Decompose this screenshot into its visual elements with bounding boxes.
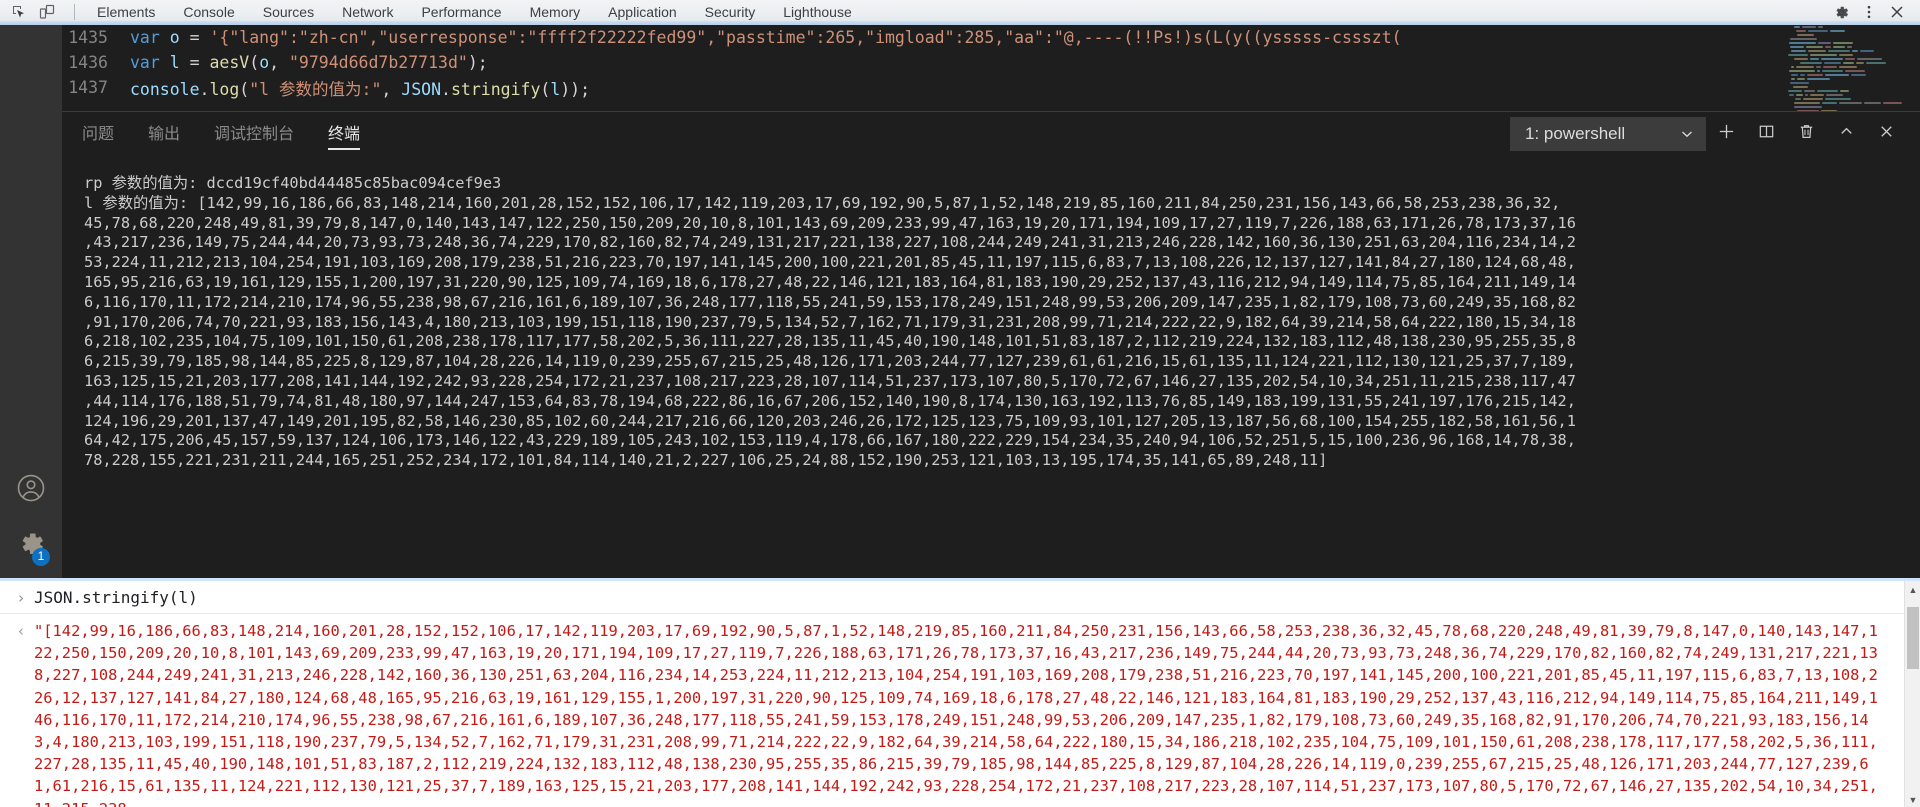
minimap-row (1788, 90, 1904, 93)
device-toolbar-icon[interactable] (38, 3, 56, 21)
maximize-panel-button[interactable] (1826, 117, 1866, 151)
code-line[interactable]: 1436 var l = aesV(o, "9794d66d7b27713d"); (62, 50, 1920, 75)
panel-tab-problems[interactable]: 问题 (82, 112, 114, 156)
more-vertical-icon[interactable] (1856, 1, 1882, 23)
devtools-left-icons (0, 3, 83, 21)
code-line[interactable]: 1437 console.log("l 参数的值为:", JSON.stringi… (62, 75, 1920, 100)
activity-bar: 1 (0, 25, 62, 580)
terminal-selector-value: 1: powershell (1525, 124, 1626, 143)
vscode-window: 1 1435 var o = '{"lang":"zh-cn","userresp… (0, 25, 1920, 580)
minimap-row (1796, 30, 1904, 33)
console-input-row[interactable]: › JSON.stringify(l) (0, 581, 1920, 611)
terminal-line: rp 参数的值为: dccd19cf40bd44485c85bac094cef9… (84, 174, 502, 192)
devtools-bottom-accent (0, 21, 1920, 25)
console-result-value: "[142,99,16,186,66,83,148,214,160,201,28… (34, 622, 1878, 807)
code-text: console.log("l 参数的值为:", JSON.stringify(l… (130, 79, 591, 99)
inspect-element-icon[interactable] (10, 3, 28, 21)
minimap-row (1789, 70, 1904, 73)
toolbar-divider (74, 4, 75, 20)
line-number: 1436 (68, 53, 108, 72)
minimap-row (1789, 94, 1904, 97)
code-text: var l = aesV(o, "9794d66d7b27713d"); (130, 53, 488, 72)
minimap-content (1784, 26, 1904, 111)
terminal-line: 163,125,15,21,203,177,208,141,144,192,24… (84, 371, 1576, 390)
console-input-expression: JSON.stringify(l) (34, 588, 198, 607)
new-terminal-button[interactable] (1706, 117, 1746, 151)
split-terminal-button[interactable] (1746, 117, 1786, 151)
minimap-row (1794, 58, 1904, 61)
settings-badge: 1 (32, 548, 50, 566)
chevron-down-icon (1679, 126, 1695, 142)
panel-tab-terminal[interactable]: 终端 (328, 112, 361, 156)
panel-tab-debug-console[interactable]: 调试控制台 (214, 112, 294, 156)
minimap-row (1789, 42, 1904, 45)
gear-icon[interactable] (1828, 1, 1854, 23)
minimap-row (1794, 102, 1904, 105)
panel-header: 问题 输出 调试控制台 终端 1: powershell (62, 112, 1920, 156)
trash-icon (1797, 122, 1816, 146)
code-text: var o = '{"lang":"zh-cn","userresponse":… (130, 28, 1402, 47)
terminal-line: 6,218,102,235,104,75,109,101,150,61,208,… (84, 332, 1576, 351)
minimap-row (1791, 66, 1904, 69)
minimap-row (1791, 50, 1904, 53)
devtools-console-drawer: › JSON.stringify(l) ‹ "[142,99,16,186,66… (0, 580, 1920, 807)
scrollbar-thumb[interactable] (1907, 607, 1919, 669)
terminal-output[interactable]: rp 参数的值为: dccd19cf40bd44485c85bac094cef9… (62, 156, 1920, 580)
terminal-line: 6,116,170,11,172,214,210,174,96,55,238,9… (84, 292, 1576, 311)
panel-actions: 1: powershell (1510, 117, 1920, 151)
close-icon[interactable] (1884, 1, 1910, 23)
panel-tab-output[interactable]: 输出 (148, 112, 180, 156)
line-number: 1435 (68, 28, 108, 47)
terminal-selector[interactable]: 1: powershell (1510, 117, 1706, 151)
return-arrow-icon: ‹ (16, 622, 26, 640)
terminal-line: 165,95,216,63,19,161,129,155,1,200,197,3… (84, 272, 1576, 291)
minimap-row (1790, 82, 1904, 85)
code-line[interactable]: 1435 var o = '{"lang":"zh-cn","userrespon… (62, 25, 1920, 50)
plus-icon (1717, 122, 1736, 146)
bottom-panel: 问题 输出 调试控制台 终端 1: powershell rp 参数的值为: d… (62, 111, 1920, 580)
code-editor: 1435 var o = '{"lang":"zh-cn","userrespon… (62, 25, 1920, 111)
terminal-line: ,91,170,206,74,70,221,93,183,156,143,4,1… (84, 312, 1576, 331)
minimap-row (1794, 26, 1904, 29)
split-panel-icon (1757, 122, 1776, 146)
devtools-right-icons (1828, 1, 1920, 23)
minimap-row (1795, 98, 1904, 101)
terminal-line: 124,196,29,201,137,47,149,201,195,82,58,… (84, 411, 1576, 430)
chevron-up-icon (1837, 122, 1856, 146)
minimap-row (1800, 62, 1904, 65)
console-scrollbar[interactable]: ▲ ▼ (1904, 581, 1920, 807)
console-result-row: ‹ "[142,99,16,186,66,83,148,214,160,201,… (0, 614, 1920, 807)
minimap-row (1788, 54, 1904, 57)
terminal-line: 6,215,39,79,185,98,144,85,225,8,129,87,1… (84, 352, 1576, 371)
line-number: 1437 (68, 78, 108, 97)
scrollbar-up-arrow[interactable]: ▲ (1905, 581, 1920, 598)
account-icon[interactable] (0, 460, 62, 516)
chevron-right-icon: › (16, 589, 26, 607)
minimap-row (1797, 34, 1904, 37)
console-focus-border (0, 578, 1920, 581)
kill-terminal-button[interactable] (1786, 117, 1826, 151)
code-lines: 1435 var o = '{"lang":"zh-cn","userrespon… (62, 25, 1920, 100)
minimap-row (1794, 106, 1904, 109)
close-icon (1877, 122, 1896, 146)
minimap-row (1791, 74, 1904, 77)
terminal-line: 64,42,175,206,45,157,59,137,124,106,173,… (84, 431, 1576, 450)
sidebar-item-settings[interactable]: 1 (0, 516, 62, 572)
minimap-row (1790, 38, 1904, 41)
scrollbar-down-arrow[interactable]: ▼ (1905, 791, 1920, 807)
minimap-row (1793, 86, 1904, 89)
terminal-line: l 参数的值为: [142,99,16,186,66,83,148,214,16… (84, 193, 1561, 212)
terminal-line: 53,224,11,212,213,104,254,191,103,169,20… (84, 253, 1576, 272)
terminal-line: 78,228,155,221,231,211,244,165,251,252,2… (84, 451, 1328, 470)
close-panel-button[interactable] (1866, 117, 1906, 151)
editor-minimap[interactable] (1784, 25, 1904, 111)
terminal-line: ,44,114,176,188,51,79,74,81,48,180,97,14… (84, 391, 1576, 410)
activity-bar-bottom-group: 1 (0, 460, 62, 572)
terminal-line: ,43,217,236,149,75,244,44,20,73,93,73,24… (84, 233, 1576, 252)
terminal-line: 45,78,68,220,248,49,81,39,79,8,147,0,140… (84, 213, 1576, 232)
minimap-row (1791, 78, 1904, 81)
minimap-row (1790, 46, 1904, 49)
